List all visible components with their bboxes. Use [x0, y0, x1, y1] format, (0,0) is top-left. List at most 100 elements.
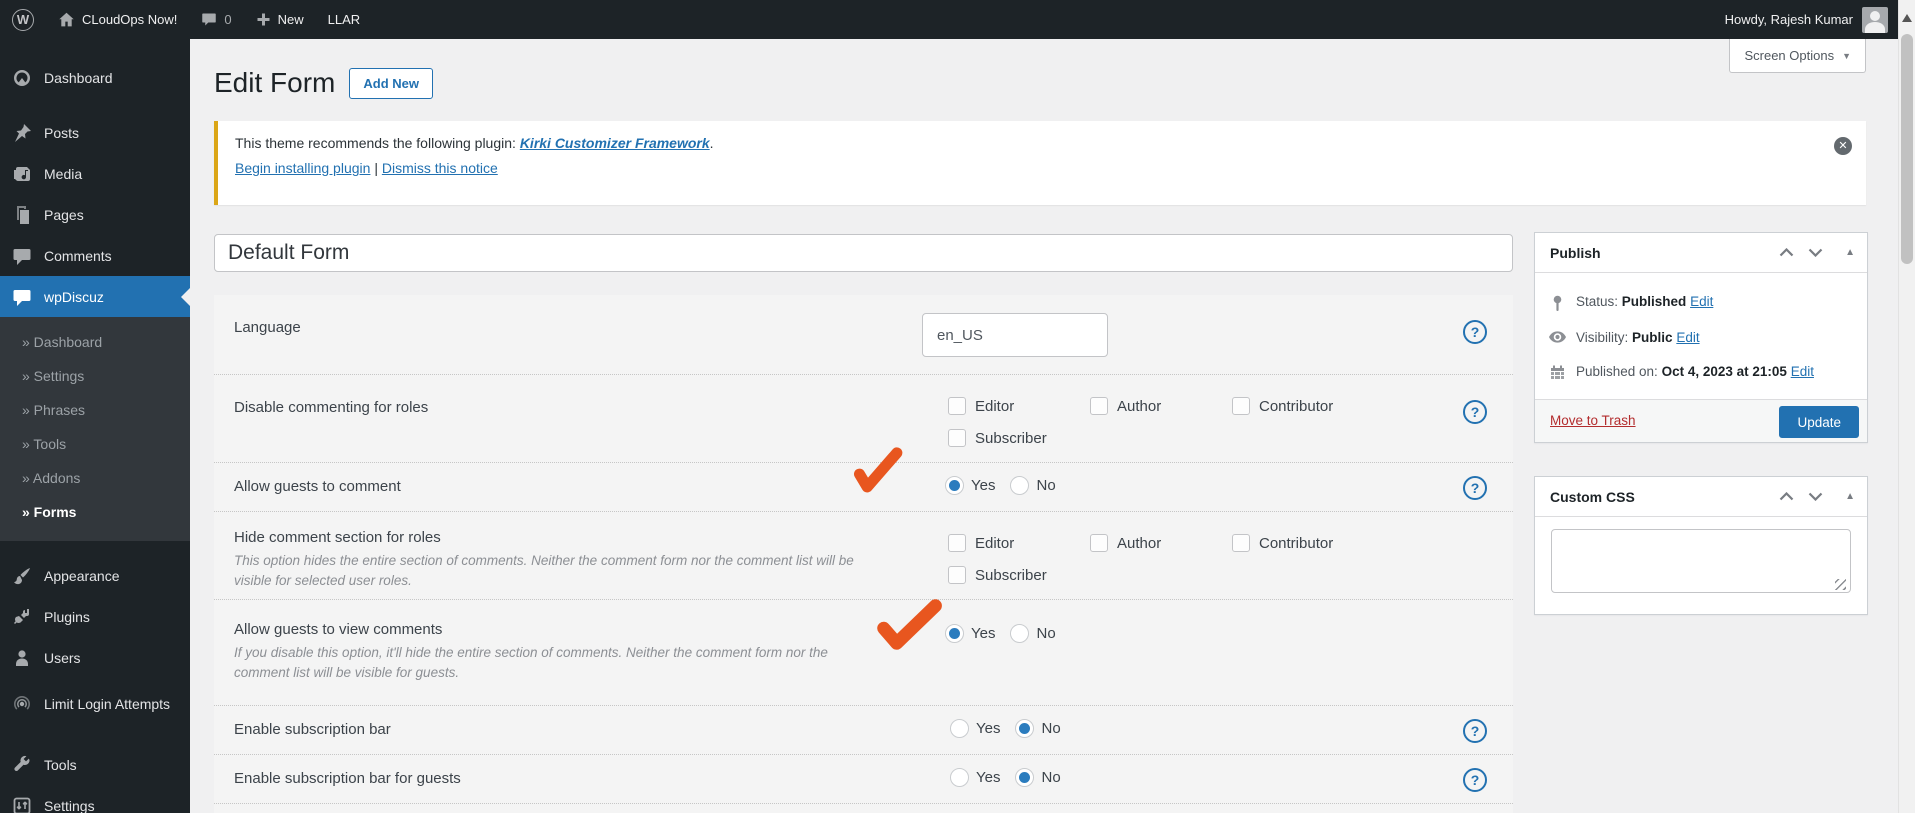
submenu-item-forms[interactable]: » Forms	[0, 495, 190, 529]
field-label: Hide comment section for roles	[234, 529, 441, 546]
submenu-item-addons[interactable]: » Addons	[0, 461, 190, 495]
sidebar-item-settings[interactable]: Settings	[0, 785, 190, 813]
checkbox-icon[interactable]	[1232, 534, 1250, 552]
radio-icon[interactable]	[945, 476, 964, 495]
sidebar-item-appearance[interactable]: Appearance	[0, 555, 190, 596]
wp-logo-menu[interactable]: W	[0, 0, 46, 39]
site-name-link[interactable]: CLoudOps Now!	[46, 0, 189, 39]
row-hide-comment-section: Hide comment section for roles This opti…	[214, 512, 1513, 600]
visibility-label: Visibility:	[1576, 330, 1629, 345]
radio-icon[interactable]	[1015, 768, 1035, 787]
checkbox-icon[interactable]	[948, 566, 966, 584]
move-up-icon[interactable]	[1779, 248, 1794, 257]
help-icon[interactable]: ?	[1463, 719, 1487, 743]
close-icon[interactable]: ✕	[1834, 137, 1852, 155]
eye-icon	[1549, 330, 1566, 343]
comments-shortcut[interactable]: 0	[189, 0, 243, 39]
submenu-item-phrases[interactable]: » Phrases	[0, 393, 190, 427]
field-description: This option hides the entire section of …	[234, 553, 854, 589]
edit-status-link[interactable]: Edit	[1690, 294, 1713, 309]
collapse-toggle-icon[interactable]: ▲	[1845, 247, 1855, 258]
help-icon[interactable]: ?	[1463, 320, 1487, 344]
help-icon[interactable]: ?	[1463, 476, 1487, 500]
sidebar-item-posts[interactable]: Posts	[0, 112, 190, 153]
llar-menu[interactable]: LLAR	[316, 0, 373, 39]
language-input[interactable]	[922, 313, 1108, 357]
sidebar-item-dashboard[interactable]: Dashboard	[0, 57, 190, 98]
new-content-menu[interactable]: New	[244, 0, 316, 39]
edit-published-link[interactable]: Edit	[1791, 364, 1814, 379]
sidebar-item-wpdiscuz[interactable]: wpDiscuz	[0, 276, 190, 317]
radio-yes[interactable]: Yes	[945, 624, 995, 643]
sidebar-item-tools[interactable]: Tools	[0, 744, 190, 785]
scrollbar-thumb[interactable]	[1901, 34, 1913, 264]
role-checkbox-contributor[interactable]: Contributor	[1232, 527, 1374, 559]
role-checkbox-contributor[interactable]: Contributor	[1232, 390, 1374, 422]
add-new-button[interactable]: Add New	[349, 67, 433, 99]
move-down-icon[interactable]	[1808, 248, 1823, 257]
sidebar-item-plugins[interactable]: Plugins	[0, 596, 190, 637]
role-checkbox-author[interactable]: Author	[1090, 527, 1232, 559]
sidebar-item-limit-login-attempts[interactable]: Limit Login Attempts	[0, 678, 190, 730]
role-checkbox-editor[interactable]: Editor	[948, 527, 1090, 559]
submenu-item-settings[interactable]: » Settings	[0, 359, 190, 393]
pushpin-icon	[12, 123, 32, 143]
checkbox-icon[interactable]	[1090, 397, 1108, 415]
sidebar-item-comments[interactable]: Comments	[0, 235, 190, 276]
checkbox-icon[interactable]	[1232, 397, 1250, 415]
checkbox-icon[interactable]	[948, 397, 966, 415]
sidebar-item-pages[interactable]: Pages	[0, 194, 190, 235]
sidebar-separator	[0, 98, 190, 112]
radio-icon[interactable]	[950, 719, 969, 738]
role-checkbox-subscriber[interactable]: Subscriber	[948, 422, 1090, 454]
submenu-item-dashboard[interactable]: » Dashboard	[0, 325, 190, 359]
radio-icon[interactable]	[950, 768, 969, 787]
move-to-trash-link[interactable]: Move to Trash	[1550, 413, 1636, 428]
pin-icon	[1549, 294, 1566, 311]
radio-icon[interactable]	[1010, 624, 1030, 643]
kirki-plugin-link[interactable]: Kirki Customizer Framework	[520, 135, 710, 151]
checkbox-icon[interactable]	[1090, 534, 1108, 552]
sidebar-item-users[interactable]: Users	[0, 637, 190, 678]
screen-options-button[interactable]: Screen Options ▼	[1729, 39, 1866, 73]
radio-yes[interactable]: Yes	[945, 476, 995, 495]
row-language: Language ?	[214, 295, 1513, 375]
form-title-input[interactable]	[214, 234, 1513, 272]
scrollbar-up-arrow-icon[interactable]	[1902, 14, 1912, 22]
move-up-icon[interactable]	[1779, 492, 1794, 501]
radio-icon[interactable]	[945, 624, 964, 643]
update-button[interactable]: Update	[1779, 406, 1859, 438]
role-checkbox-author[interactable]: Author	[1090, 390, 1232, 422]
help-icon[interactable]: ?	[1463, 400, 1487, 424]
sidebar-item-media[interactable]: Media	[0, 153, 190, 194]
collapse-toggle-icon[interactable]: ▲	[1845, 491, 1855, 502]
new-label: New	[277, 12, 304, 27]
radio-no[interactable]: No	[1010, 476, 1056, 495]
edit-visibility-link[interactable]: Edit	[1676, 330, 1699, 345]
radio-no[interactable]: No	[1015, 719, 1061, 738]
howdy-user[interactable]: Howdy, Rajesh Kumar	[1725, 12, 1853, 27]
row-disable-commenting-roles: Disable commenting for roles Editor Auth…	[214, 375, 1513, 463]
dismiss-notice-link[interactable]: Dismiss this notice	[382, 160, 498, 176]
custom-css-textarea[interactable]	[1551, 529, 1851, 593]
role-checkbox-editor[interactable]: Editor	[948, 390, 1090, 422]
role-checkbox-subscriber[interactable]: Subscriber	[948, 559, 1090, 591]
admin-sidebar: Dashboard Posts Media Pages Comments wpD…	[0, 39, 190, 813]
sidebar-item-label: Limit Login Attempts	[44, 695, 171, 712]
begin-installing-link[interactable]: Begin installing plugin	[235, 160, 370, 176]
wpdiscuz-submenu: » Dashboard » Settings » Phrases » Tools…	[0, 317, 190, 541]
checkbox-icon[interactable]	[948, 534, 966, 552]
move-down-icon[interactable]	[1808, 492, 1823, 501]
radio-no[interactable]: No	[1010, 624, 1056, 643]
vertical-scrollbar[interactable]	[1898, 0, 1915, 813]
page-title: Edit Form	[214, 67, 336, 98]
radio-icon[interactable]	[1010, 476, 1030, 495]
submenu-item-tools[interactable]: » Tools	[0, 427, 190, 461]
radio-no[interactable]: No	[1015, 768, 1061, 787]
avatar[interactable]	[1862, 6, 1888, 33]
radio-yes[interactable]: Yes	[950, 768, 1000, 787]
radio-icon[interactable]	[1015, 719, 1035, 738]
checkbox-icon[interactable]	[948, 429, 966, 447]
radio-yes[interactable]: Yes	[950, 719, 1000, 738]
help-icon[interactable]: ?	[1463, 768, 1487, 792]
